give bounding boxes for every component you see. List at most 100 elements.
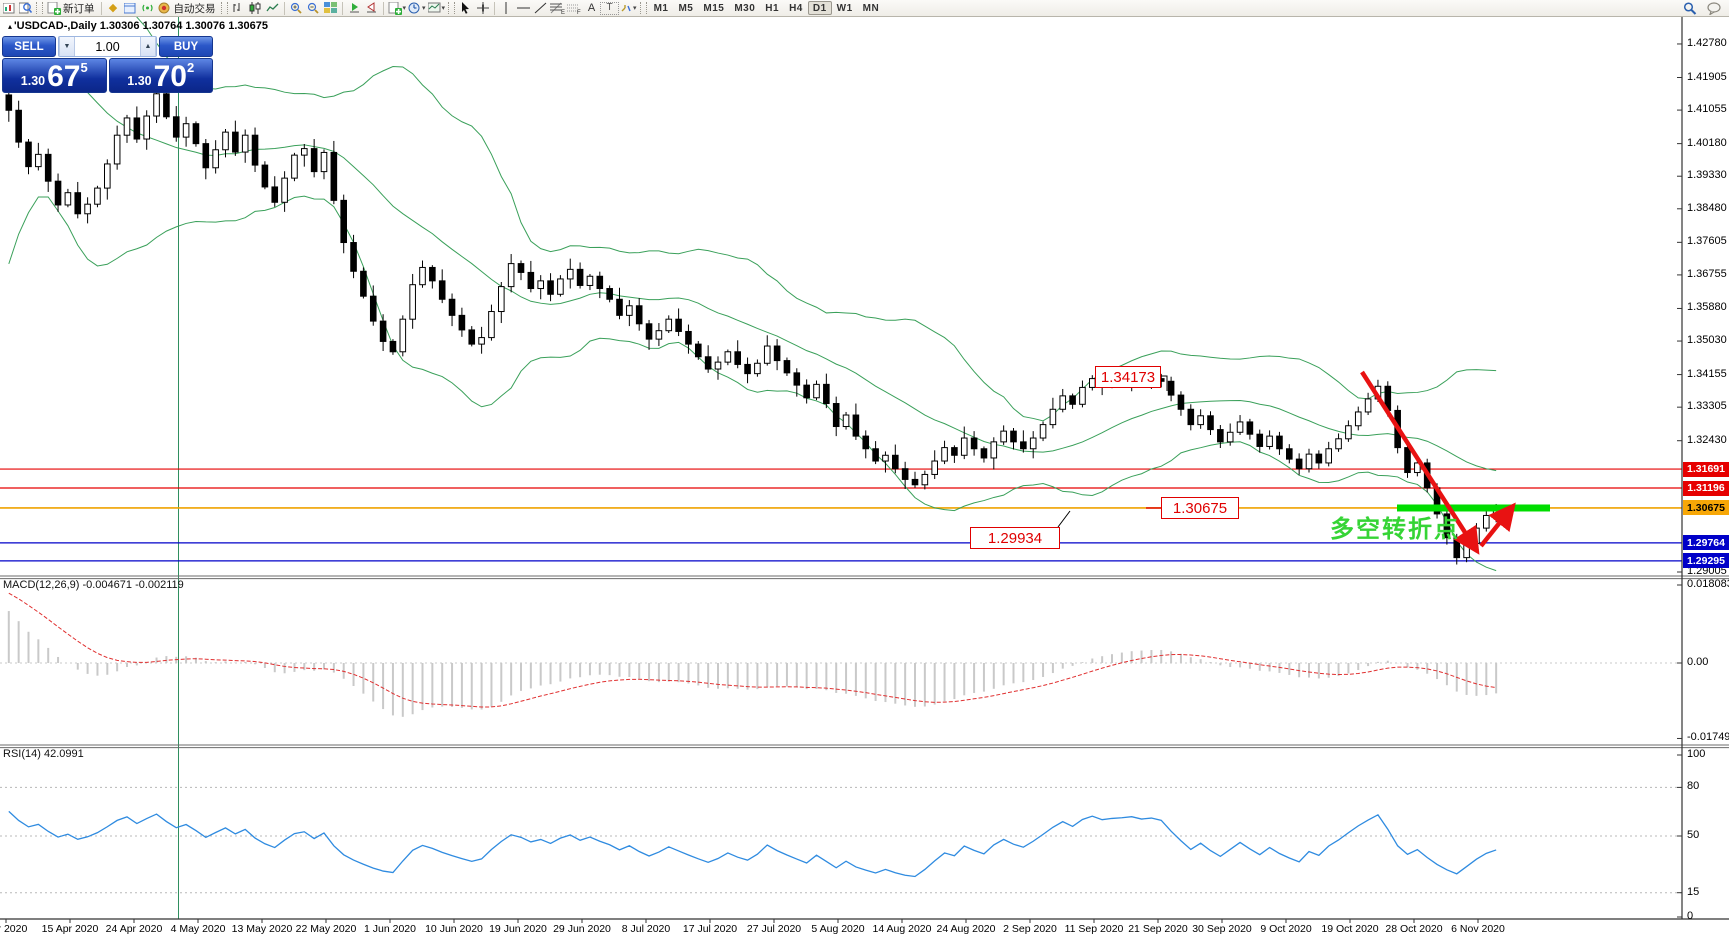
candle-body — [1079, 386, 1086, 405]
sell-button[interactable]: SELL — [2, 36, 56, 57]
tf-m15[interactable]: M15 — [698, 1, 729, 15]
tf-m1[interactable]: M1 — [649, 1, 674, 15]
line-chart-icon[interactable] — [264, 1, 281, 15]
crosshair-icon[interactable] — [474, 1, 491, 15]
date-label: 5 Aug 2020 — [811, 923, 865, 935]
candle-body — [517, 263, 525, 273]
volume-input[interactable]: 1.00 — [75, 37, 140, 56]
chat-icon[interactable] — [1706, 1, 1723, 15]
candle-body — [104, 163, 111, 189]
candle-body — [872, 448, 879, 462]
chart-window-icon[interactable] — [0, 1, 17, 15]
new-order-icon[interactable] — [45, 1, 62, 15]
price-label-1.29934[interactable]: 1.29934 — [970, 527, 1060, 549]
candle-body — [5, 94, 13, 111]
candle-body — [655, 330, 663, 340]
horizontal-line-icon[interactable] — [515, 1, 532, 15]
buy-button[interactable]: BUY — [159, 36, 213, 57]
candle-body — [74, 192, 82, 215]
candle-body — [192, 123, 200, 145]
tf-mn[interactable]: MN — [858, 1, 885, 15]
price-label-1.34173[interactable]: 1.34173 — [1095, 366, 1161, 388]
zoom-out-icon[interactable] — [305, 1, 322, 15]
candle-body — [1039, 424, 1047, 439]
tf-d1[interactable]: D1 — [807, 1, 832, 15]
candle-body — [35, 153, 42, 168]
text-icon[interactable]: A — [583, 1, 600, 15]
date-label: 11 Sep 2020 — [1064, 923, 1124, 935]
date-label: 9 Oct 2020 — [1260, 923, 1312, 935]
volume-decrease-button[interactable]: ▼ — [59, 37, 75, 56]
volume-increase-button[interactable]: ▲ — [140, 37, 156, 56]
bar-chart-icon[interactable] — [230, 1, 247, 15]
candle-body — [606, 288, 613, 300]
tf-h1[interactable]: H1 — [760, 1, 784, 15]
bollinger-middle-band — [8, 65, 1497, 472]
trendline-icon[interactable] — [532, 1, 549, 15]
tf-w1[interactable]: W1 — [832, 1, 858, 15]
price-axis-tick: 1.35880 — [1687, 301, 1727, 314]
zoom-in-icon[interactable] — [288, 1, 305, 15]
toolbar-grip — [448, 2, 456, 14]
turning-point-note[interactable]: 多空转折点 — [1330, 509, 1460, 544]
fibo-fan-icon[interactable]: F — [566, 1, 583, 15]
candlestick-icon[interactable] — [247, 1, 264, 15]
candle-body — [44, 153, 52, 182]
candle-body — [960, 437, 968, 456]
text-label-icon[interactable]: T — [600, 1, 620, 15]
svg-text:F: F — [577, 10, 581, 14]
sell-price-display[interactable]: 1.30 67 5 — [2, 58, 107, 93]
buy-price-display[interactable]: 1.30 70 2 — [108, 58, 213, 93]
chart-canvas[interactable] — [0, 0, 1729, 941]
auto-trading-icon[interactable] — [156, 1, 173, 15]
candle-body — [566, 268, 574, 280]
templates-icon[interactable]: ▾ — [427, 1, 447, 15]
vertical-line-icon[interactable] — [498, 1, 515, 15]
chart-preview-icon[interactable] — [17, 1, 34, 15]
tf-m5[interactable]: M5 — [673, 1, 698, 15]
data-window-icon[interactable] — [122, 1, 139, 15]
price-label-1.30675[interactable]: 1.30675 — [1161, 497, 1239, 519]
toolbar-grip — [220, 2, 228, 14]
indicators-icon[interactable]: ▾ — [387, 1, 408, 15]
auto-scroll-icon[interactable] — [346, 1, 363, 15]
price-axis-tick: 1.41055 — [1687, 103, 1727, 116]
search-icon[interactable] — [1681, 1, 1698, 15]
signal-icon[interactable] — [139, 1, 156, 15]
price-axis-tick: 1.40180 — [1687, 136, 1727, 149]
price-axis-tick: 1.34155 — [1687, 367, 1727, 380]
candle-body — [1354, 411, 1362, 427]
candle-body — [1345, 425, 1352, 440]
chart-shift-icon[interactable] — [363, 1, 380, 15]
candle-body — [507, 263, 515, 288]
market-watch-icon[interactable]: ◆ — [105, 1, 122, 15]
date-label: 4 May 2020 — [170, 923, 226, 935]
fibonacci-icon[interactable]: E — [549, 1, 566, 15]
periods-icon[interactable]: ▾ — [407, 1, 427, 15]
auto-trading-button[interactable]: 自动交易 — [174, 1, 216, 16]
candle-body — [64, 192, 72, 206]
new-order-button[interactable]: 新订单 — [63, 1, 95, 16]
collapse-panel-icon[interactable]: ▴ — [8, 22, 12, 31]
candle-body — [399, 318, 407, 353]
candle-body — [941, 447, 948, 462]
date-label: 17 Jul 2020 — [682, 923, 738, 935]
candle-body — [232, 131, 239, 153]
tf-h4[interactable]: H4 — [784, 1, 808, 15]
tf-m30[interactable]: M30 — [729, 1, 760, 15]
candle-body — [409, 284, 416, 320]
candle-body — [921, 473, 929, 486]
candle-body — [222, 131, 229, 151]
candle-body — [1236, 421, 1244, 433]
toolbar-grip — [639, 2, 647, 14]
tile-windows-icon[interactable] — [322, 1, 339, 15]
candle-body — [734, 351, 742, 365]
cursor-icon[interactable] — [457, 1, 474, 15]
date-label: 19 Jun 2020 — [489, 923, 547, 935]
candle-body — [438, 280, 446, 300]
arrows-tool-icon[interactable]: ▾ — [619, 1, 638, 15]
candle-body — [1177, 394, 1185, 410]
volume-stepper: ▼ 1.00 ▲ — [58, 36, 157, 57]
candle-body — [783, 360, 791, 374]
candle-body — [862, 435, 870, 450]
